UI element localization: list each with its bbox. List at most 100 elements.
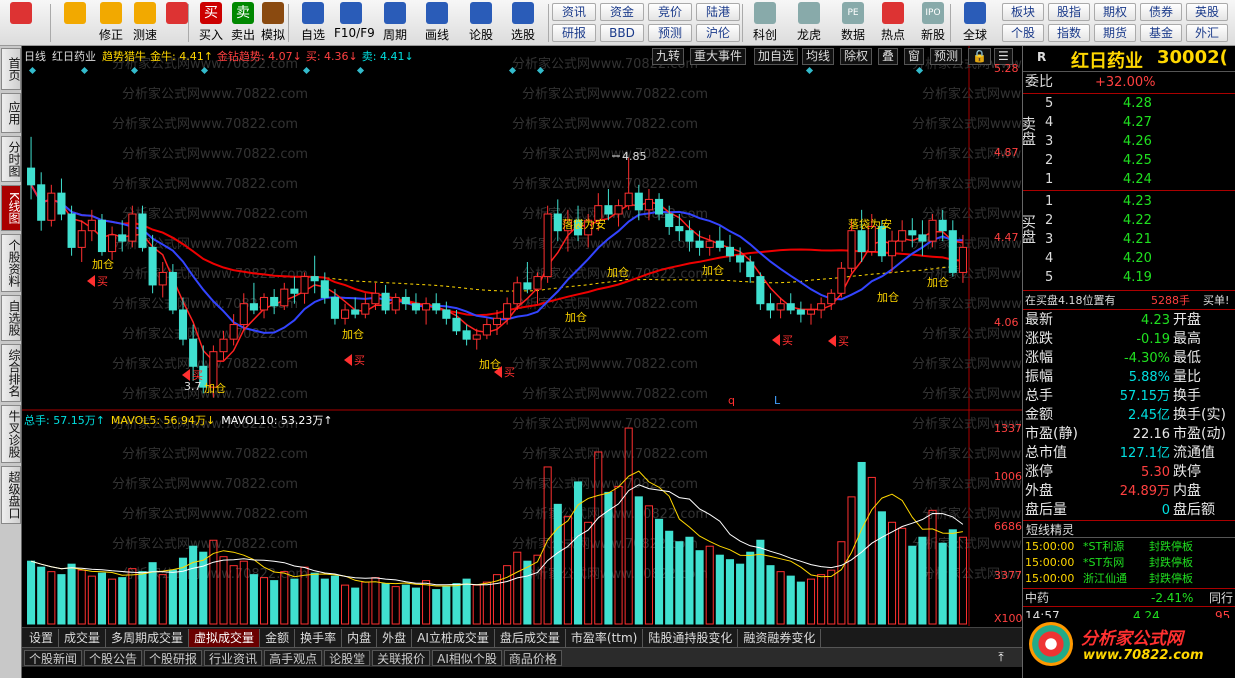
info-tab[interactable]: 商品价格 (503, 650, 562, 666)
market-button[interactable]: 基金 (1140, 24, 1182, 42)
info-tab[interactable]: 高手观点 (264, 650, 323, 666)
chart-tool-button[interactable]: 叠 (878, 48, 899, 65)
indicator-tab[interactable]: 外盘 (377, 629, 413, 647)
left-nav-4[interactable]: 个股资料 (1, 234, 21, 292)
toolbar-label: 自选 (300, 28, 325, 42)
info-tab[interactable]: 个股公告 (84, 650, 143, 666)
sprite-row[interactable]: 15:00:00 *ST东网 封跌停板 (1023, 555, 1235, 571)
ask-row[interactable]: 1 4.24 (1023, 170, 1235, 189)
ask-row[interactable]: 3 4.26 (1023, 132, 1235, 151)
chart-tool-button[interactable]: 除权 (840, 48, 873, 65)
chart-board-button[interactable]: 科创 (746, 2, 784, 44)
indicator-tab[interactable]: 盘后成交量 (495, 629, 566, 647)
volume-bar (118, 577, 127, 625)
indicator-tab[interactable]: 成交量 (59, 629, 107, 647)
volume-bar (108, 578, 117, 625)
sell-button[interactable]: 卖卖出 (226, 2, 260, 44)
info-tab[interactable]: 个股新闻 (24, 650, 83, 666)
market-button[interactable]: 债券 (1140, 3, 1182, 21)
back-arrow-button[interactable] (58, 2, 92, 44)
indicator-tab[interactable]: 金额 (260, 629, 296, 647)
ask-row[interactable]: 4 4.27 (1023, 113, 1235, 132)
market-button[interactable]: 股指 (1048, 3, 1090, 21)
buy-button[interactable]: 买买入 (194, 2, 228, 44)
market-button[interactable]: 外汇 (1186, 24, 1228, 42)
ask-row[interactable]: 2 4.25 (1023, 151, 1235, 170)
stat-row: 总市值 127.1亿 流通值 (1023, 444, 1235, 463)
quick-button[interactable]: 陆港 (696, 3, 740, 21)
bid-row[interactable]: 4 4.20 (1023, 249, 1235, 268)
speed-button[interactable]: 测速 (128, 2, 162, 44)
left-nav-6[interactable]: 综合排名 (1, 344, 21, 402)
chart-tool-button[interactable]: 九转 (652, 48, 685, 65)
windows-logo-button[interactable] (4, 2, 38, 44)
ipo-button[interactable]: IPO 新股 (914, 2, 952, 44)
watermark-text: 分析家公式网www.70822.com (122, 86, 308, 102)
indicator-tab[interactable]: 虚拟成交量 (189, 629, 261, 647)
hot-button[interactable]: 热点 (874, 2, 912, 44)
info-tab[interactable]: 行业资讯 (204, 650, 263, 666)
up-down-arrows-button[interactable]: 修正 (94, 2, 128, 44)
left-nav-1[interactable]: 应用 (1, 93, 21, 133)
pe-button[interactable]: PE 数据 (834, 2, 872, 44)
chart-tool-button[interactable]: 加自选 (754, 48, 799, 65)
left-nav-0[interactable]: 首页 (1, 48, 21, 90)
indicator-tab[interactable]: AI立桩成交量 (412, 629, 495, 647)
left-nav-3[interactable]: K线图 (1, 185, 21, 231)
period-button[interactable]: 周期 (378, 2, 412, 44)
quick-button[interactable]: 资金 (600, 3, 644, 21)
info-tab[interactable]: 关联报价 (372, 650, 431, 666)
market-button[interactable]: 板块 (1002, 3, 1044, 21)
chart-tool-button[interactable]: 窗 (904, 48, 925, 65)
sector-row[interactable]: 中药 -2.41% 同行 (1023, 588, 1235, 607)
market-button[interactable]: 指数 (1048, 24, 1090, 42)
star-button[interactable]: 自选 (296, 2, 330, 44)
bid-row[interactable]: 5 4.19 (1023, 268, 1235, 287)
chart-tool-button[interactable]: 预测 (930, 48, 963, 65)
toolbar-separator (742, 4, 743, 42)
left-nav-8[interactable]: 超级盘口 (1, 466, 21, 524)
market-button[interactable]: 期权 (1094, 3, 1136, 21)
dragon-button[interactable]: 龙虎 (790, 2, 828, 44)
indicator-tab[interactable]: 多周期成交量 (106, 629, 190, 647)
sprite-row[interactable]: 15:00:00 浙江仙通 封跌停板 (1023, 571, 1235, 587)
chart-tool-button[interactable]: 重大事件 (690, 48, 747, 65)
info-tab[interactable]: 个股研报 (144, 650, 203, 666)
quick-button[interactable]: 研报 (552, 24, 596, 42)
pencil-button[interactable]: 画线 (420, 2, 454, 44)
f10-button[interactable]: F10/F9 (334, 2, 375, 44)
left-nav-7[interactable]: 牛叉诊股 (1, 405, 21, 463)
left-nav-2[interactable]: 分时图 (1, 136, 21, 182)
indicator-tab[interactable]: 内盘 (342, 629, 378, 647)
bid-row[interactable]: 1 4.23 (1023, 192, 1235, 211)
select-button[interactable]: 选股 (506, 2, 540, 44)
indicator-tab[interactable]: 换手率 (295, 629, 343, 647)
left-nav-5[interactable]: 自选股 (1, 295, 21, 341)
hammer-button[interactable]: 模拟 (256, 2, 290, 44)
quick-button[interactable]: 资讯 (552, 3, 596, 21)
scroll-up-icon[interactable]: ⤒ (992, 650, 1010, 666)
bid-row[interactable]: 3 4.21 (1023, 230, 1235, 249)
info-tab[interactable]: 论股堂 (324, 650, 371, 666)
market-button[interactable]: 个股 (1002, 24, 1044, 42)
market-button[interactable]: 英股 (1186, 3, 1228, 21)
kline-chart-area[interactable]: 分析家公式网www.70822.com 分析家公式网www.70822.com 分析… (22, 46, 1029, 626)
chart-tool-button[interactable]: 🔒 (968, 48, 991, 65)
quick-button[interactable]: BBD (600, 24, 644, 42)
market-button[interactable]: 期货 (1094, 24, 1136, 42)
indicator-tab[interactable]: 融资融券变化 (738, 629, 822, 647)
chart-tool-button[interactable]: 均线 (802, 48, 835, 65)
lun-button[interactable]: 论股 (464, 2, 498, 44)
info-tab[interactable]: AI相似个股 (432, 650, 502, 666)
kline-chart-svg[interactable]: 分析家公式网www.70822.com 分析家公式网www.70822.com 分析… (22, 46, 1022, 626)
indicator-tab[interactable]: 设置 (24, 629, 60, 647)
ask-row[interactable]: 5 4.28 (1023, 94, 1235, 113)
indicator-tab[interactable]: 陆股通持股变化 (643, 629, 739, 647)
indicator-tab[interactable]: 市盈率(ttm) (566, 629, 644, 647)
quick-button[interactable]: 沪伦 (696, 24, 740, 42)
quick-button[interactable]: 竞价 (648, 3, 692, 21)
bid-row[interactable]: 2 4.22 (1023, 211, 1235, 230)
sprite-row[interactable]: 15:00:00 *ST利源 封跌停板 (1023, 539, 1235, 555)
globe-button[interactable]: 全球 (956, 2, 994, 44)
quick-button[interactable]: 预测 (648, 24, 692, 42)
